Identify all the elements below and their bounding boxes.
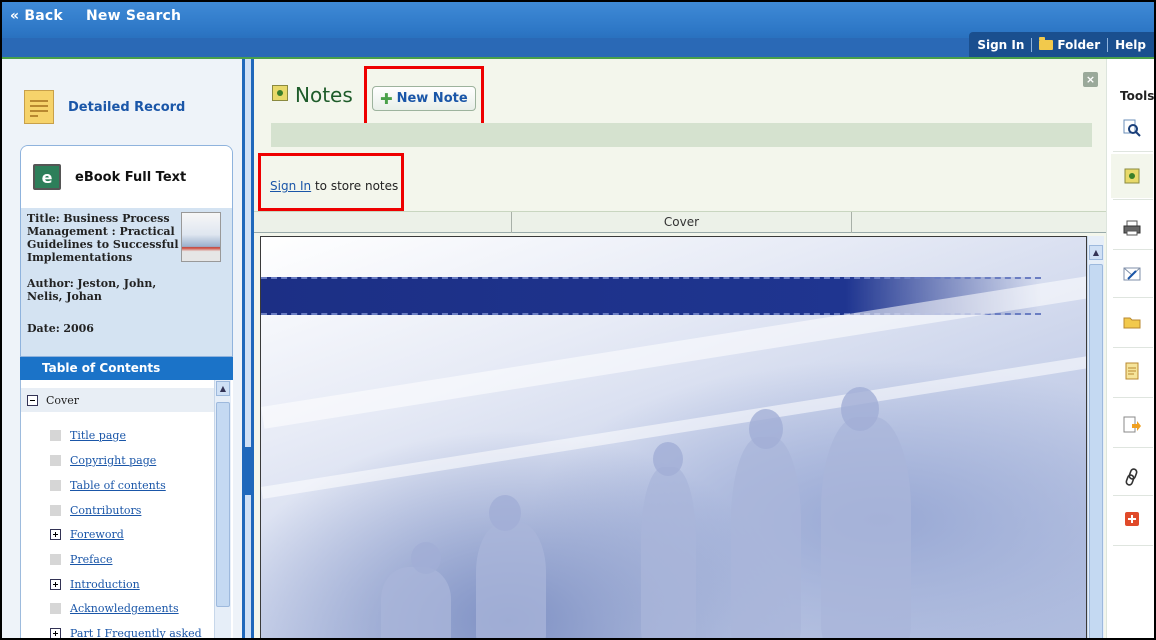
toc-header: Table of Contents (20, 357, 233, 380)
email-icon[interactable] (1121, 263, 1143, 285)
cite-icon[interactable] (1121, 360, 1143, 382)
toc-item-label[interactable]: Contributors (70, 504, 141, 517)
toc-item[interactable]: Foreword (50, 528, 124, 541)
toc-item-label[interactable]: Title page (70, 429, 126, 442)
toc-scrollbar[interactable]: ▲ (214, 380, 231, 638)
detailed-record-label: Detailed Record (68, 99, 186, 115)
toc-item[interactable]: Title page (50, 429, 126, 442)
toc-item[interactable]: Introduction (50, 578, 140, 591)
scroll-thumb[interactable] (216, 402, 230, 607)
toc-item-label[interactable]: Introduction (70, 578, 140, 591)
highlight-box (258, 153, 404, 211)
toc-item-label[interactable]: Copyright page (70, 454, 156, 467)
book-author: Author: Jeston, John, Nelis, Johan (27, 277, 157, 303)
bullet-icon (50, 505, 61, 516)
zoom-icon[interactable] (1121, 117, 1143, 139)
bullet-icon (50, 554, 61, 565)
export-icon[interactable] (1121, 414, 1143, 436)
toc-item[interactable]: Preface (50, 553, 112, 566)
ebook-panel: e eBook Full Text Title: Business Proces… (20, 145, 233, 357)
record-icon (24, 90, 54, 124)
viewer-tabs: Cover (254, 211, 1106, 233)
ebook-icon: e (33, 164, 61, 190)
toc-list: Cover Title page Copyright page Table of c… (20, 380, 233, 638)
toc-item[interactable]: Acknowledgements (50, 602, 179, 615)
toc-item[interactable]: Contributors (50, 504, 141, 517)
book-date: Date: 2006 (27, 322, 94, 335)
page-scrollbar[interactable]: ▲ (1087, 236, 1104, 638)
toc-item[interactable]: Part I Frequently asked (50, 627, 202, 638)
ebook-full-text-label: eBook Full Text (75, 169, 187, 185)
collapse-icon[interactable] (27, 395, 38, 406)
help-link[interactable]: Help (1115, 38, 1146, 52)
notes-icon (272, 85, 288, 101)
close-icon[interactable]: × (1083, 72, 1098, 87)
scroll-thumb[interactable] (1089, 264, 1103, 638)
new-search-link[interactable]: New Search (86, 8, 181, 24)
print-icon[interactable] (1121, 217, 1143, 239)
toc-item[interactable]: Copyright page (50, 454, 156, 467)
page-viewer: ▲ (254, 233, 1106, 638)
tools-column: Tools (1106, 59, 1155, 638)
top-links: Sign In Folder Help (969, 32, 1154, 57)
tab-cover[interactable]: Cover (511, 212, 852, 233)
app-window: « Back New Search Sign In Folder Help De… (0, 0, 1156, 640)
highlight-box (364, 66, 484, 127)
book-cover-thumbnail[interactable] (181, 212, 221, 262)
left-sidebar: Detailed Record e eBook Full Text Title:… (2, 59, 242, 638)
toc-item-label[interactable]: Preface (70, 553, 112, 566)
collapse-grip-icon[interactable] (244, 447, 252, 495)
bullet-icon (50, 603, 61, 614)
back-link[interactable]: « Back (10, 8, 63, 24)
folder-icon[interactable] (1121, 311, 1143, 333)
toc-item-label[interactable]: Foreword (70, 528, 124, 541)
notes-title: Notes (295, 83, 353, 107)
folder-icon (1039, 36, 1054, 50)
book-title: Title: Business Process Management : Pra… (27, 212, 179, 264)
toc-item-label[interactable]: Acknowledgements (70, 602, 179, 615)
top-bar: « Back New Search Sign In Folder Help (2, 2, 1154, 59)
add-icon[interactable] (1121, 508, 1143, 530)
book-page-image (260, 236, 1087, 638)
notes-list-bar (271, 123, 1092, 147)
link-icon[interactable] (1121, 466, 1143, 488)
expand-icon[interactable] (50, 628, 61, 638)
notes-panel: Notes ✚ New Note × Sign In to store note… (254, 59, 1106, 211)
notes-icon[interactable] (1121, 165, 1143, 187)
scroll-up-icon[interactable]: ▲ (216, 381, 230, 396)
detailed-record-link[interactable]: Detailed Record (24, 90, 185, 124)
bullet-icon (50, 430, 61, 441)
bullet-icon (50, 455, 61, 466)
ebook-full-text-link[interactable]: e eBook Full Text (21, 146, 232, 208)
panel-divider[interactable] (242, 59, 254, 638)
sign-in-link[interactable]: Sign In (977, 38, 1024, 52)
toc-item-label[interactable]: Table of contents (70, 479, 166, 492)
toc-item-label[interactable]: Part I Frequently asked (70, 627, 202, 638)
toc-item[interactable]: Table of contents (50, 479, 166, 492)
toc-item-cover[interactable]: Cover (27, 394, 79, 407)
expand-icon[interactable] (50, 529, 61, 540)
folder-link[interactable]: Folder (1039, 36, 1100, 52)
bullet-icon (50, 480, 61, 491)
expand-icon[interactable] (50, 579, 61, 590)
scroll-up-icon[interactable]: ▲ (1089, 245, 1103, 260)
tools-label: Tools (1120, 89, 1155, 103)
